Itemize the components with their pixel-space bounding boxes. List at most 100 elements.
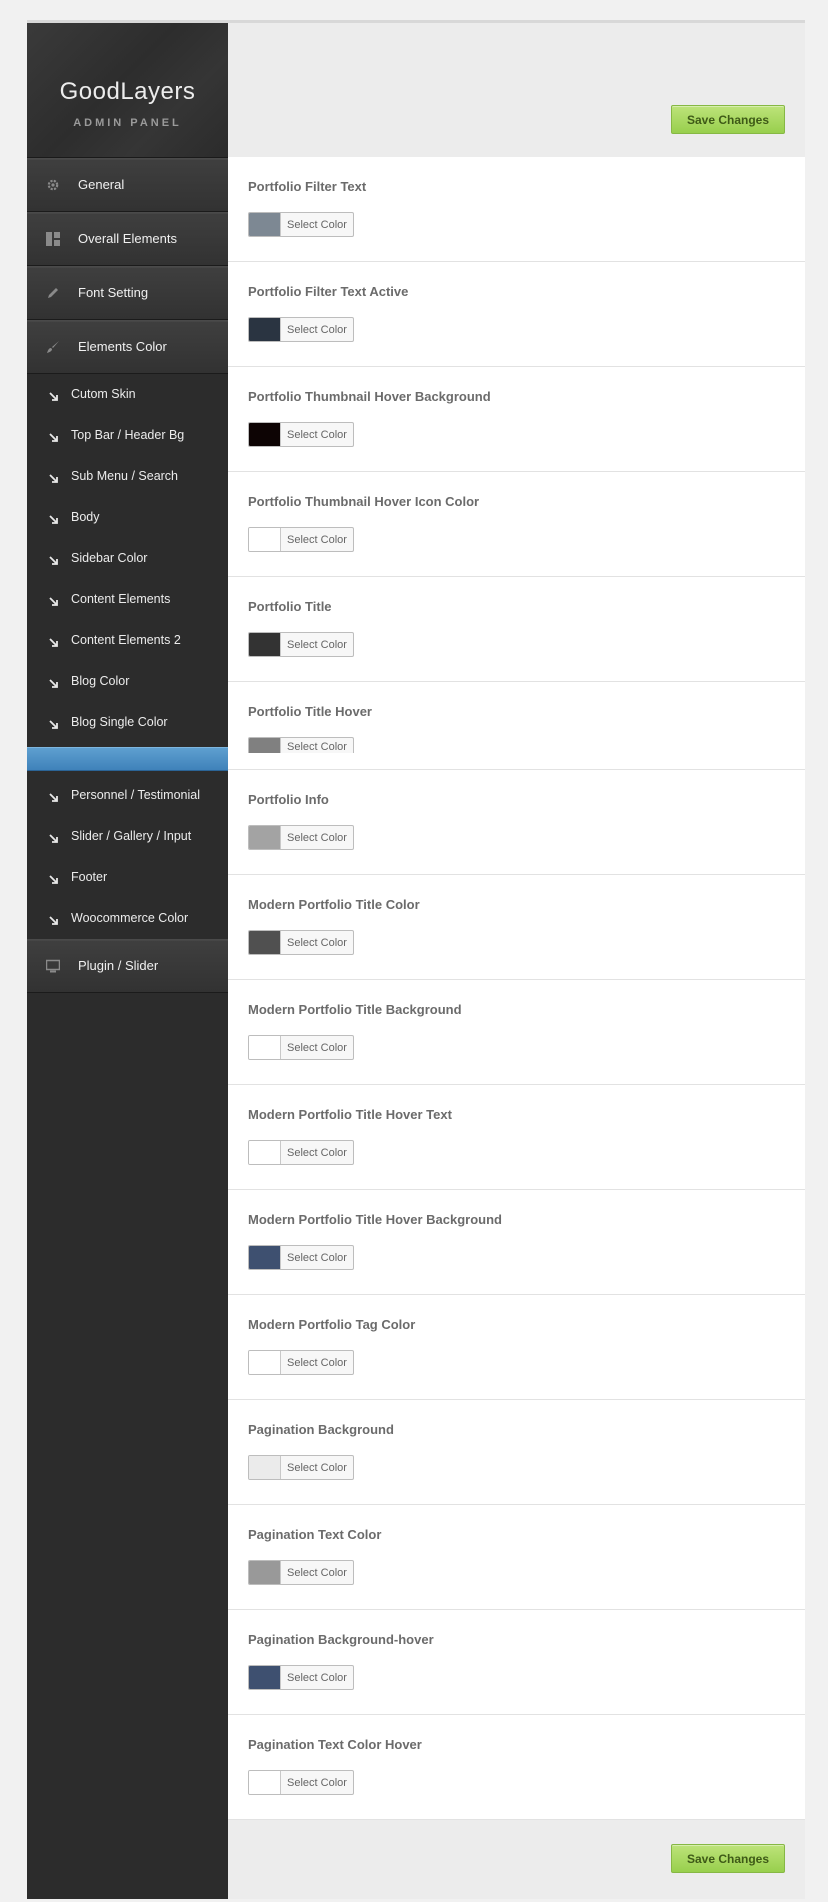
- submenu-item-top-bar-header-bg[interactable]: Top Bar / Header Bg: [27, 415, 228, 456]
- sidebar-item-label: General: [78, 177, 125, 192]
- color-swatch: [249, 1036, 281, 1059]
- color-picker-button[interactable]: Select Color: [248, 825, 354, 850]
- option-title: Modern Portfolio Title Hover Text: [248, 1107, 452, 1122]
- arrow-down-right-icon: [49, 594, 59, 606]
- color-swatch: [249, 1351, 281, 1374]
- color-swatch: [249, 633, 281, 656]
- color-swatch: [249, 423, 281, 446]
- color-picker-button[interactable]: Select Color: [248, 422, 354, 447]
- color-swatch: [249, 1666, 281, 1689]
- color-picker-button[interactable]: Select Color: [248, 1035, 354, 1060]
- select-color-label: Select Color: [287, 638, 347, 651]
- sidebar-item-general[interactable]: General: [27, 158, 228, 212]
- select-color-label: Select Color: [287, 533, 347, 546]
- submenu-item-label: Blog Color: [71, 674, 130, 688]
- option-title: Portfolio Thumbnail Hover Icon Color: [248, 494, 480, 509]
- elements-color-submenu: Cutom Skin Top Bar / Header Bg Sub Menu …: [27, 374, 228, 939]
- color-option-row: Modern Portfolio Tag Color Select Color: [228, 1295, 805, 1400]
- submenu-item-cutom-skin[interactable]: Cutom Skin: [27, 374, 228, 415]
- sidebar-item-label: Font Setting: [78, 285, 149, 300]
- submenu-item-label: Content Elements: [71, 592, 171, 606]
- submenu-item-body[interactable]: Body: [27, 497, 228, 538]
- select-color-label: Select Color: [287, 1041, 347, 1054]
- select-color-label: Select Color: [287, 936, 347, 949]
- save-changes-button[interactable]: Save Changes: [671, 105, 785, 134]
- option-title: Pagination Background-hover: [248, 1632, 434, 1647]
- sidebar-item-label: Plugin / Slider: [78, 958, 159, 973]
- color-swatch: [249, 931, 281, 954]
- color-swatch: [249, 1456, 281, 1479]
- option-title: Modern Portfolio Title Background: [248, 1002, 462, 1017]
- color-option-row: Pagination Background-hover Select Color: [228, 1610, 805, 1715]
- submenu-item-slider-gallery-input[interactable]: Slider / Gallery / Input: [27, 816, 228, 857]
- color-swatch: [249, 738, 281, 753]
- submenu-item-label: Footer: [71, 870, 108, 884]
- color-picker-button[interactable]: Select Color: [248, 1140, 354, 1165]
- select-color-label: Select Color: [287, 1461, 347, 1474]
- submenu-item-label: Sub Menu / Search: [71, 469, 179, 483]
- sidebar-item-overall-elements[interactable]: Overall Elements: [27, 212, 228, 266]
- color-option-row: Portfolio Thumbnail Hover Icon Color Sel…: [228, 472, 805, 577]
- submenu-item-label: Blog Single Color: [71, 715, 168, 729]
- submenu-item-footer[interactable]: Footer: [27, 857, 228, 898]
- color-picker-button[interactable]: Select Color: [248, 1350, 354, 1375]
- option-title: Pagination Text Color Hover: [248, 1737, 422, 1752]
- save-changes-button[interactable]: Save Changes: [671, 1844, 785, 1873]
- color-picker-button[interactable]: Select Color: [248, 212, 354, 237]
- submenu-item-label: Slider / Gallery / Input: [71, 829, 192, 843]
- submenu-item-label: Cutom Skin: [71, 387, 136, 401]
- admin-frame: GoodLayers ADMIN PANEL General Overall E…: [27, 20, 805, 1899]
- arrow-down-right-icon: [49, 512, 59, 524]
- submenu-item-blog-single-color[interactable]: Blog Single Color: [27, 702, 228, 743]
- color-option-row: Portfolio Thumbnail Hover Background Sel…: [228, 367, 805, 472]
- color-picker-button[interactable]: Select Color: [248, 1245, 354, 1270]
- select-color-label: Select Color: [287, 323, 347, 336]
- color-swatch: [249, 528, 281, 551]
- submenu-item-sidebar-color[interactable]: Sidebar Color: [27, 538, 228, 579]
- submenu-item-content-elements[interactable]: Content Elements: [27, 579, 228, 620]
- option-title: Modern Portfolio Title Hover Background: [248, 1212, 503, 1227]
- submenu-item-sub-menu-search[interactable]: Sub Menu / Search: [27, 456, 228, 497]
- submenu-item-woocommerce-color[interactable]: Woocommerce Color: [27, 898, 228, 939]
- brush-icon: [46, 340, 60, 354]
- color-picker-button[interactable]: Select Color: [248, 632, 354, 657]
- option-title: Portfolio Info: [248, 792, 329, 807]
- color-swatch: [249, 213, 281, 236]
- arrow-down-right-icon: [49, 872, 59, 884]
- color-picker-button[interactable]: Select Color: [248, 1770, 354, 1795]
- option-title: Modern Portfolio Tag Color: [248, 1317, 416, 1332]
- submenu-item-label: Top Bar / Header Bg: [71, 428, 185, 442]
- submenu-item-label: Personnel / Testimonial: [71, 788, 201, 802]
- sidebar: GoodLayers ADMIN PANEL General Overall E…: [27, 23, 228, 1899]
- sidebar-item-elements-color[interactable]: Elements Color: [27, 320, 228, 374]
- arrow-down-right-icon: [49, 831, 59, 843]
- sidebar-item-label: Overall Elements: [78, 231, 177, 246]
- layout-icon: [46, 232, 60, 246]
- arrow-down-right-icon: [49, 913, 59, 925]
- sidebar-item-label: Elements Color: [78, 339, 167, 354]
- sidebar-item-font-setting[interactable]: Font Setting: [27, 266, 228, 320]
- color-picker-button[interactable]: Select Color: [248, 317, 354, 342]
- color-picker-button[interactable]: Select Color: [248, 527, 354, 552]
- color-options-list: Portfolio Filter Text Select Color Portf…: [228, 157, 805, 1820]
- sidebar-item-plugin-slider[interactable]: Plugin / Slider: [27, 939, 228, 993]
- color-option-row: Modern Portfolio Title Background Select…: [228, 980, 805, 1085]
- color-swatch: [249, 1141, 281, 1164]
- color-picker-button[interactable]: Select Color: [248, 1665, 354, 1690]
- color-picker-button[interactable]: Select Color: [248, 1560, 354, 1585]
- brand-title: GoodLayers: [59, 78, 196, 105]
- option-title: Pagination Text Color: [248, 1527, 382, 1542]
- select-color-label: Select Color: [287, 831, 347, 844]
- color-swatch: [249, 1561, 281, 1584]
- brand-subtitle: ADMIN PANEL: [73, 117, 182, 129]
- monitor-icon: [45, 959, 61, 973]
- color-picker-button[interactable]: Select Color: [248, 737, 354, 753]
- submenu-item-personnel-testimonial[interactable]: Personnel / Testimonial: [27, 775, 228, 816]
- arrow-down-right-icon: [49, 389, 59, 401]
- submenu-item-blog-color[interactable]: Blog Color: [27, 661, 228, 702]
- color-picker-button[interactable]: Select Color: [248, 1455, 354, 1480]
- content-header: Save Changes: [228, 23, 805, 157]
- color-picker-button[interactable]: Select Color: [248, 930, 354, 955]
- submenu-item-active[interactable]: [27, 747, 228, 771]
- submenu-item-content-elements-2[interactable]: Content Elements 2: [27, 620, 228, 661]
